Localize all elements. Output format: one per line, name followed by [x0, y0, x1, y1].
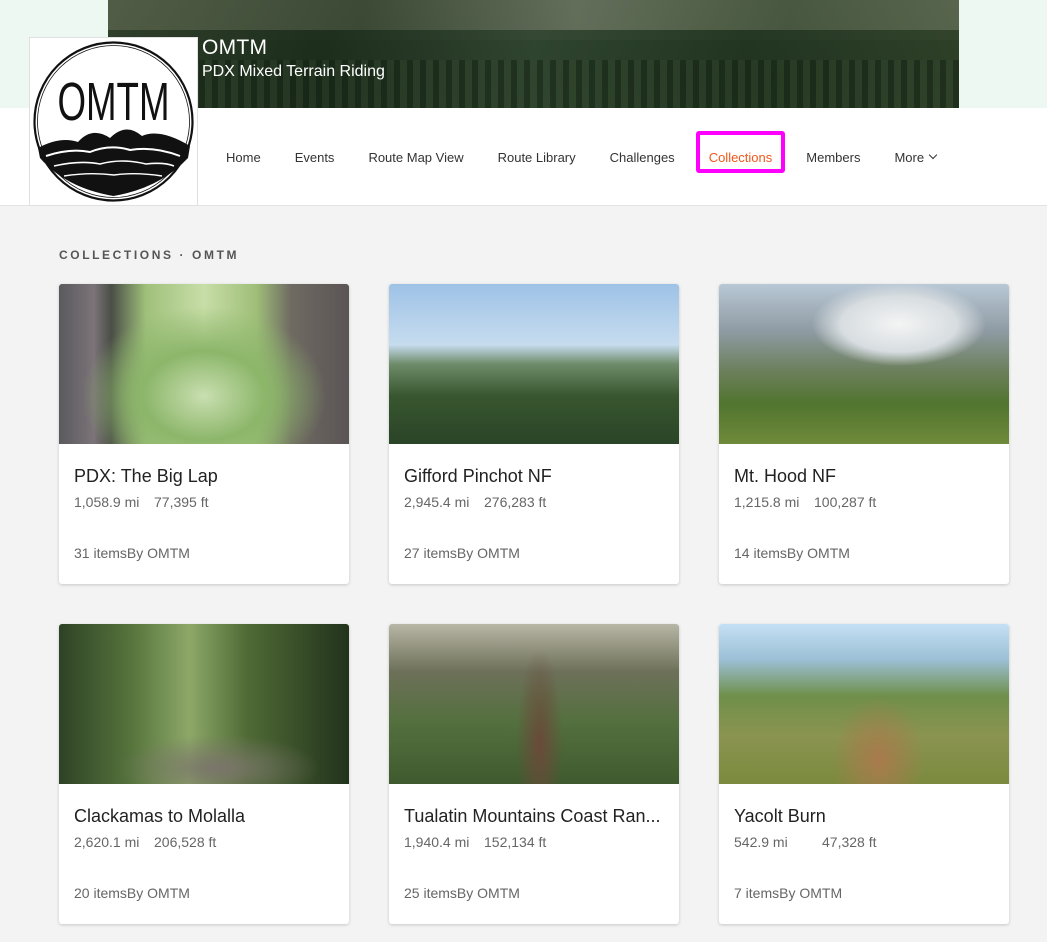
- collection-card[interactable]: Tualatin Mountains Coast Ran... 1,940.4 …: [389, 624, 679, 924]
- club-nav: Home Events Route Map View Route Library…: [209, 108, 953, 206]
- club-logo[interactable]: OMTM: [29, 37, 198, 206]
- club-name[interactable]: OMTM: [202, 36, 267, 60]
- collection-card[interactable]: PDX: The Big Lap 1,058.9 mi 77,395 ft 31 …: [59, 284, 349, 584]
- collection-distance: 2,945.4 mi: [404, 494, 470, 510]
- collection-footer: 7 itemsBy OMTM: [734, 885, 842, 901]
- collection-card[interactable]: Yacolt Burn 542.9 mi 47,328 ft 7 itemsBy …: [719, 624, 1009, 924]
- highlight-box: [695, 130, 786, 173]
- collection-distance: 542.9 mi: [734, 834, 788, 850]
- collection-elevation: 77,395 ft: [154, 494, 209, 510]
- collection-distance: 1,940.4 mi: [404, 834, 470, 850]
- collection-elevation: 206,528 ft: [154, 834, 217, 850]
- omtm-logo-icon: OMTM: [33, 41, 194, 202]
- collection-stats: 542.9 mi 47,328 ft: [734, 834, 877, 850]
- nav-more[interactable]: More: [877, 150, 953, 165]
- collection-distance: 2,620.1 mi: [74, 834, 140, 850]
- collection-card[interactable]: Gifford Pinchot NF 2,945.4 mi 276,283 ft …: [389, 284, 679, 584]
- nav-route-library[interactable]: Route Library: [481, 150, 593, 165]
- collection-item-count: 25 items: [404, 885, 457, 901]
- collection-stats: 2,620.1 mi 206,528 ft: [74, 834, 216, 850]
- collection-footer: 25 itemsBy OMTM: [404, 885, 520, 901]
- collection-elevation: 100,287 ft: [814, 494, 877, 510]
- collection-footer: 20 itemsBy OMTM: [74, 885, 190, 901]
- chevron-down-icon: [928, 150, 938, 160]
- collection-title[interactable]: Tualatin Mountains Coast Ran...: [404, 806, 666, 827]
- collection-item-count: 27 items: [404, 545, 457, 561]
- collection-photo[interactable]: [719, 284, 1009, 444]
- collection-elevation: 152,134 ft: [484, 834, 547, 850]
- collection-owner: By OMTM: [786, 545, 850, 561]
- collection-distance: 1,058.9 mi: [74, 494, 140, 510]
- collection-owner: By OMTM: [779, 885, 843, 901]
- collection-item-count: 31 items: [74, 545, 127, 561]
- collection-stats: 2,945.4 mi 276,283 ft: [404, 494, 546, 510]
- collection-footer: 14 itemsBy OMTM: [734, 545, 850, 561]
- collection-title[interactable]: Mt. Hood NF: [734, 466, 996, 487]
- section-title: COLLECTIONS · OMTM: [59, 248, 240, 262]
- collection-stats: 1,940.4 mi 152,134 ft: [404, 834, 546, 850]
- collection-title[interactable]: Yacolt Burn: [734, 806, 996, 827]
- collection-photo[interactable]: [389, 624, 679, 784]
- collection-stats: 1,058.9 mi 77,395 ft: [74, 494, 209, 510]
- collection-photo[interactable]: [59, 284, 349, 444]
- collection-title[interactable]: Clackamas to Molalla: [74, 806, 336, 827]
- collection-item-count: 20 items: [74, 885, 127, 901]
- nav-more-label: More: [894, 149, 925, 165]
- collection-photo[interactable]: [719, 624, 1009, 784]
- nav-events[interactable]: Events: [278, 150, 352, 165]
- collection-elevation: 47,328 ft: [822, 834, 877, 850]
- collection-footer: 27 itemsBy OMTM: [404, 545, 520, 561]
- collection-owner: By OMTM: [456, 885, 520, 901]
- svg-text:OMTM: OMTM: [58, 72, 170, 132]
- collection-footer: 31 itemsBy OMTM: [74, 545, 190, 561]
- nav-home[interactable]: Home: [209, 150, 278, 165]
- collection-stats: 1,215.8 mi 100,287 ft: [734, 494, 876, 510]
- collection-owner: By OMTM: [456, 545, 520, 561]
- nav-collections[interactable]: Collections: [692, 130, 790, 173]
- collection-title[interactable]: Gifford Pinchot NF: [404, 466, 666, 487]
- collection-owner: By OMTM: [126, 545, 190, 561]
- collection-item-count: 14 items: [734, 545, 787, 561]
- nav-members[interactable]: Members: [789, 150, 877, 165]
- collection-elevation: 276,283 ft: [484, 494, 547, 510]
- collection-photo[interactable]: [389, 284, 679, 444]
- collection-card[interactable]: Clackamas to Molalla 2,620.1 mi 206,528 f…: [59, 624, 349, 924]
- collection-owner: By OMTM: [126, 885, 190, 901]
- collection-distance: 1,215.8 mi: [734, 494, 800, 510]
- nav-challenges[interactable]: Challenges: [593, 150, 692, 165]
- collection-title[interactable]: PDX: The Big Lap: [74, 466, 336, 487]
- club-subtitle: PDX Mixed Terrain Riding: [202, 63, 385, 80]
- collection-photo[interactable]: [59, 624, 349, 784]
- collection-card[interactable]: Mt. Hood NF 1,215.8 mi 100,287 ft 14 item…: [719, 284, 1009, 584]
- collection-item-count: 7 items: [734, 885, 780, 901]
- nav-route-map-view[interactable]: Route Map View: [351, 150, 480, 165]
